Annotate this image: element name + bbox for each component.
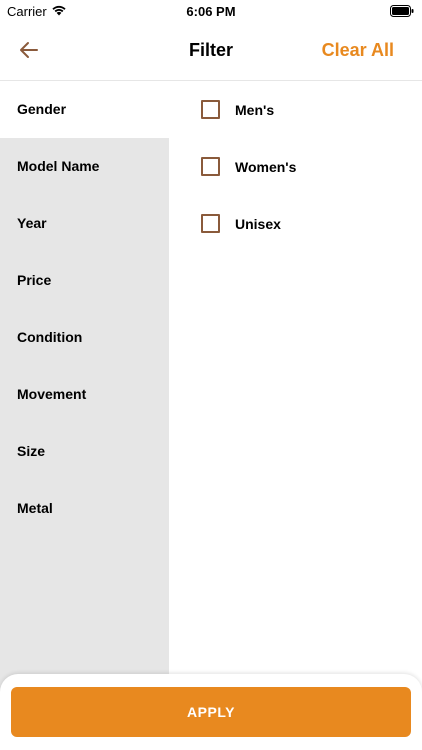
sidebar-item-gender[interactable]: Gender bbox=[0, 81, 169, 138]
sidebar-item-condition[interactable]: Condition bbox=[0, 309, 169, 366]
sidebar-item-metal[interactable]: Metal bbox=[0, 480, 169, 537]
checkbox[interactable] bbox=[201, 214, 220, 233]
option-womens[interactable]: Women's bbox=[169, 138, 422, 195]
filter-category-sidebar: Gender Model Name Year Price Condition M… bbox=[0, 81, 169, 701]
clear-all-button[interactable]: Clear All bbox=[322, 40, 394, 61]
apply-button[interactable]: APPLY bbox=[11, 687, 411, 737]
nav-bar: Filter Clear All bbox=[0, 24, 422, 81]
option-mens[interactable]: Men's bbox=[169, 81, 422, 138]
checkbox[interactable] bbox=[201, 157, 220, 176]
sidebar-item-year[interactable]: Year bbox=[0, 195, 169, 252]
filter-options-panel: Men's Women's Unisex bbox=[169, 81, 422, 701]
option-unisex[interactable]: Unisex bbox=[169, 195, 422, 252]
sidebar-item-price[interactable]: Price bbox=[0, 252, 169, 309]
option-label: Men's bbox=[235, 101, 275, 118]
status-bar: Carrier 6:06 PM bbox=[0, 0, 422, 24]
bottom-action-bar: APPLY bbox=[0, 674, 422, 750]
status-time: 6:06 PM bbox=[186, 4, 236, 19]
sidebar-item-size[interactable]: Size bbox=[0, 423, 169, 480]
sidebar-item-movement[interactable]: Movement bbox=[0, 366, 169, 423]
checkbox[interactable] bbox=[201, 100, 220, 119]
sidebar-item-model-name[interactable]: Model Name bbox=[0, 138, 169, 195]
battery-icon bbox=[390, 5, 414, 17]
option-label: Unisex bbox=[235, 215, 281, 232]
option-label: Women's bbox=[235, 158, 297, 175]
